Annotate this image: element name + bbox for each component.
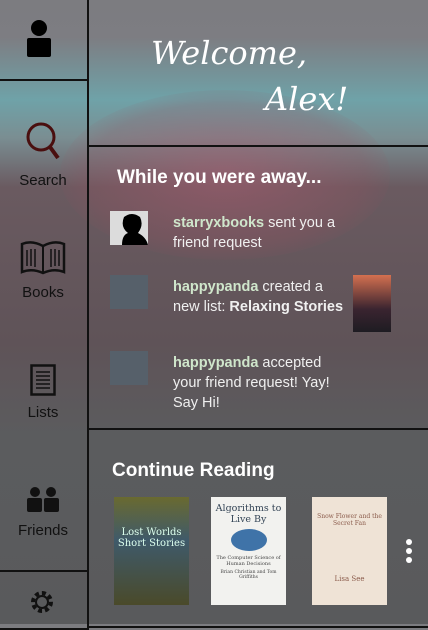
notification-text: happypanda accepted your friend request!… bbox=[173, 355, 330, 411]
sidebar-item-label: Search bbox=[19, 172, 67, 189]
book-cover[interactable]: Algorithms to Live By The Computer Scien… bbox=[211, 497, 286, 605]
list-icon bbox=[30, 364, 56, 396]
notification-item[interactable]: happypanda created a new list: Relaxing … bbox=[110, 275, 420, 345]
book-icon bbox=[20, 241, 66, 275]
avatar bbox=[110, 351, 148, 385]
book-cover[interactable]: Snow Flower and the Secret Fan Lisa See bbox=[312, 497, 387, 605]
sidebar-item-search[interactable]: Search bbox=[0, 120, 86, 189]
sidebar-item-label: Books bbox=[22, 284, 64, 301]
sidebar-item-books[interactable]: Books bbox=[0, 240, 86, 301]
more-options-icon[interactable] bbox=[404, 538, 414, 566]
sidebar-item-label: Friends bbox=[17, 522, 69, 539]
profile-button[interactable] bbox=[0, 0, 89, 81]
welcome-text: Welcome, bbox=[151, 34, 308, 72]
book-cover[interactable]: Lost Worlds Short Stories bbox=[114, 497, 189, 605]
list-link[interactable]: Relaxing Stories bbox=[229, 299, 343, 315]
continue-reading-title: Continue Reading bbox=[112, 460, 275, 481]
user-icon bbox=[27, 20, 51, 57]
gear-icon bbox=[31, 591, 53, 613]
sidebar-item-lists[interactable]: Lists bbox=[0, 364, 86, 421]
sidebar-item-friends[interactable]: Friends bbox=[0, 486, 86, 539]
friends-icon bbox=[27, 487, 59, 512]
activity-title: While you were away... bbox=[117, 167, 322, 188]
list-thumbnail[interactable] bbox=[353, 275, 391, 332]
sidebar-item-label: Lists bbox=[27, 404, 59, 421]
notification-text: starryxbooks sent you a friend request bbox=[173, 215, 336, 251]
avatar bbox=[110, 211, 148, 245]
notification-item[interactable]: happypanda accepted your friend request!… bbox=[110, 351, 420, 421]
welcome-header: Welcome, Alex! bbox=[87, 0, 428, 147]
notification-item[interactable]: starryxbooks sent you a friend request bbox=[110, 211, 420, 281]
avatar bbox=[110, 275, 148, 309]
search-icon bbox=[26, 122, 60, 160]
settings-button[interactable] bbox=[0, 570, 89, 630]
user-name: Alex! bbox=[265, 80, 349, 118]
notification-text: happypanda created a new list: Relaxing … bbox=[173, 279, 344, 315]
